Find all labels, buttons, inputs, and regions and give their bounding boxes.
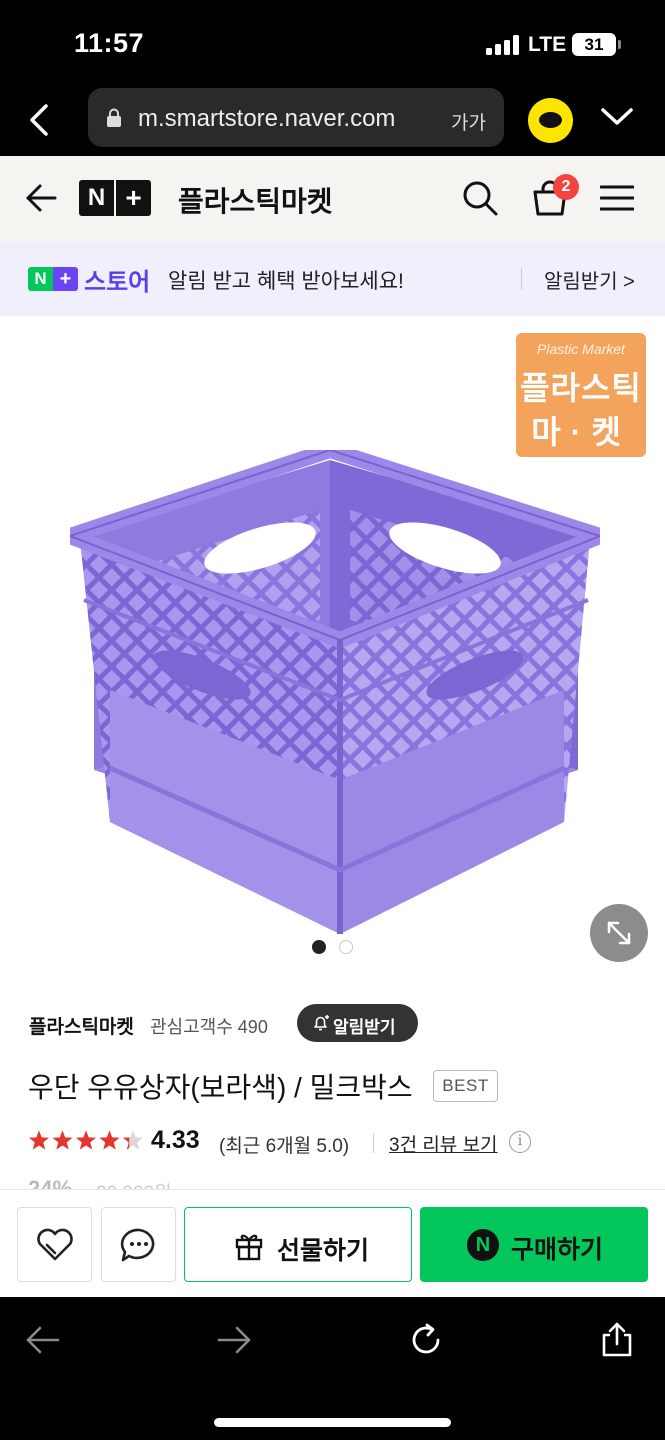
- status-time: 11:57: [74, 28, 145, 58]
- brand-badge-line2: 마·켓: [531, 414, 631, 450]
- heart-icon: [37, 1228, 73, 1261]
- gift-icon: [235, 1234, 263, 1261]
- browser-address-bar: m.smartstore.naver.com 가가: [0, 86, 665, 156]
- browser-back-icon[interactable]: [26, 102, 52, 138]
- search-icon[interactable]: [462, 180, 498, 216]
- status-bar: 11:57 LTE 31: [0, 0, 665, 86]
- follower-count: 관심고객수 490: [150, 1017, 268, 1037]
- store-name-link[interactable]: 플라스틱마켓: [29, 1012, 134, 1039]
- purchase-action-bar: 선물하기 N 구매하기: [0, 1189, 665, 1297]
- gift-button[interactable]: 선물하기: [184, 1207, 412, 1282]
- buy-button[interactable]: N 구매하기: [420, 1207, 648, 1282]
- home-indicator[interactable]: [214, 1418, 451, 1427]
- product-title: 우단 우유상자(보라색) / 밀크박스: [28, 1072, 413, 1103]
- expand-icon: [607, 921, 631, 945]
- url-field[interactable]: m.smartstore.naver.com 가가: [88, 88, 504, 147]
- kakaotalk-icon[interactable]: [528, 98, 573, 143]
- star-fill-4: [99, 1130, 120, 1150]
- rating-value: 4.33: [151, 1126, 200, 1154]
- carousel-dot-active[interactable]: [312, 940, 326, 954]
- product-photo-crate: [70, 450, 600, 934]
- bell-plus-icon: [314, 1015, 329, 1031]
- divider: [373, 1133, 374, 1153]
- cart-count-badge: 2: [553, 174, 579, 200]
- battery-tip: [618, 40, 621, 49]
- store-word: 스토어: [84, 269, 151, 296]
- notification-text: 알림 받고 혜택 받아보세요!: [168, 270, 404, 293]
- notification-subscribe-link[interactable]: 알림받기 >: [544, 265, 635, 294]
- brand-badge-english: Plastic Market: [537, 341, 625, 357]
- brand-badge-line1: 플라스틱: [520, 370, 642, 406]
- nplus-logo-plus: +: [125, 182, 142, 213]
- browser-toolbar: [0, 1297, 665, 1440]
- naverpay-n-icon: N: [467, 1229, 499, 1261]
- info-icon[interactable]: i: [509, 1131, 531, 1153]
- nplus-logo-n: N: [87, 184, 106, 211]
- review-link[interactable]: 3건 리뷰 보기: [389, 1130, 498, 1157]
- divider: [521, 268, 522, 290]
- nplus-store-logo: N +: [28, 267, 78, 291]
- hamburger-menu-icon[interactable]: [600, 184, 634, 212]
- lock-icon: [107, 108, 121, 127]
- star-fill-1: [29, 1130, 49, 1150]
- star-fill-3: [76, 1130, 96, 1150]
- network-type: LTE: [528, 33, 567, 56]
- star-fill-2: [52, 1130, 73, 1150]
- url-text: m.smartstore.naver.com: [138, 105, 396, 132]
- best-badge: BEST: [433, 1070, 498, 1102]
- chevron-down-icon[interactable]: [600, 106, 634, 128]
- share-icon[interactable]: [598, 1321, 636, 1359]
- follow-alert-button[interactable]: 알림받기: [297, 1004, 418, 1042]
- nplus-mini-plus: +: [53, 267, 78, 291]
- follow-alert-label: 알림받기: [333, 1018, 396, 1037]
- browser-forward-arrow-icon[interactable]: [215, 1321, 253, 1359]
- text-size-button[interactable]: 가가: [451, 108, 486, 135]
- nplus-mini-n: N: [28, 267, 53, 291]
- product-image-carousel[interactable]: Plastic Market 플라스틱 마·켓: [0, 316, 665, 972]
- chat-bubble-icon: [120, 1228, 155, 1262]
- gift-label: 선물하기: [277, 1237, 370, 1265]
- nplus-logo[interactable]: N +: [79, 180, 151, 216]
- rating-stars: [29, 1130, 143, 1150]
- talk-talk-button[interactable]: [101, 1207, 176, 1282]
- back-arrow-icon[interactable]: [24, 182, 58, 214]
- reload-icon[interactable]: [407, 1321, 445, 1359]
- expand-image-button[interactable]: [590, 904, 648, 962]
- brand-badge: Plastic Market 플라스틱 마·켓: [516, 333, 646, 457]
- store-name[interactable]: 플라스틱마켓: [178, 180, 333, 220]
- wishlist-button[interactable]: [17, 1207, 92, 1282]
- store-info-row: 플라스틱마켓 관심고객수 490 알림받기: [0, 1000, 665, 1046]
- battery-icon: 31: [572, 33, 616, 56]
- carousel-dot[interactable]: [339, 940, 353, 954]
- signal-icon: [486, 35, 522, 55]
- rating-recent: (최근 6개월 5.0): [219, 1136, 350, 1157]
- rating-row: 4.33 (최근 6개월 5.0) 3건 리뷰 보기 i: [0, 1122, 665, 1162]
- browser-back-arrow-icon[interactable]: [24, 1321, 62, 1359]
- buy-label: 구매하기: [511, 1236, 604, 1264]
- notification-banner[interactable]: N + 스토어 알림 받고 혜택 받아보세요! 알림받기 >: [0, 241, 665, 316]
